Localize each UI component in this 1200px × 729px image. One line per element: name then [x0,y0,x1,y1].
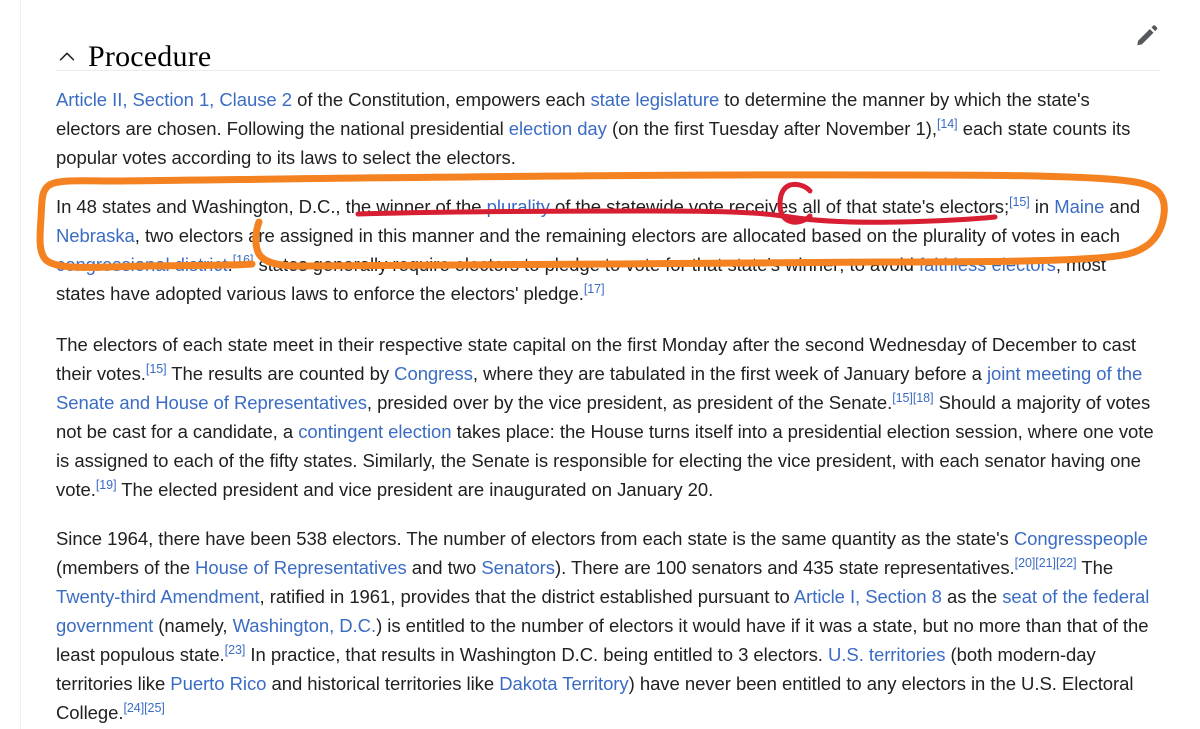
p3-text-4: , presided over by the vice president, a… [366,392,893,413]
p4-text-10: In practice, that results in Washington … [245,644,828,665]
link-congressional-district[interactable]: congressional district [56,254,228,275]
link-congress[interactable]: Congress [394,363,473,384]
link-article-ii[interactable]: Article II, Section 1, Clause 2 [56,89,292,110]
paragraph-4: Since 1964, there have been 538 electors… [56,524,1156,727]
p4-text-1: Since 1964, there have been 538 electors… [56,528,1014,549]
reference-15-18[interactable]: [15][18] [892,391,933,405]
p4-text-2: (members of the [56,557,196,578]
link-washington-dc[interactable]: Washington, D.C. [233,615,377,636]
link-house-of-representatives[interactable]: House of Representatives [195,557,407,578]
p4-text-3: and two [406,557,482,578]
reference-19[interactable]: [19] [96,478,117,492]
paragraph-2-highlighted: In 48 states and Washington, D.C., the w… [56,192,1156,308]
reference-24-25[interactable]: [24][25] [123,701,164,715]
p2-text-7: states generally require electors to ple… [253,254,919,275]
link-article-i-section-8[interactable]: Article I, Section 8 [794,586,942,607]
link-senators[interactable]: Senators [481,557,555,578]
link-dakota-territory[interactable]: Dakota Territory [499,673,628,694]
p2-text-3: in [1029,196,1055,217]
chevron-up-icon[interactable] [56,46,78,68]
p3-text-2: The results are counted by [166,363,395,384]
link-maine[interactable]: Maine [1054,196,1104,217]
p2-text-1: In 48 states and Washington, D.C., the w… [56,196,487,217]
reference-17[interactable]: [17] [584,282,605,296]
link-twenty-third-amendment[interactable]: Twenty-third Amendment [56,586,260,607]
paragraph-1: Article II, Section 1, Clause 2 of the C… [56,85,1156,172]
p4-text-12: and historical territories like [266,673,500,694]
link-state-legislature[interactable]: state legislature [590,89,719,110]
p4-text-5: The [1076,557,1114,578]
reference-23[interactable]: [23] [225,643,246,657]
reference-15b[interactable]: [15] [146,362,167,376]
p2-text-5: , two electors are assigned in this mann… [134,225,1120,246]
pencil-edit-icon[interactable] [1134,22,1160,48]
header-divider [56,70,1160,71]
link-plurality[interactable]: plurality [487,196,550,217]
p4-text-6: , ratified in 1961, provides that the di… [259,586,794,607]
link-us-territories[interactable]: U.S. territories [828,644,945,665]
reference-15a[interactable]: [15] [1009,195,1030,209]
reference-20-21-22[interactable]: [20][21][22] [1015,556,1077,570]
link-puerto-rico[interactable]: Puerto Rico [170,673,266,694]
p1-text-1: of the Constitution, empowers each [291,89,591,110]
p1-text-3: (on the first Tuesday after November 1), [606,118,937,139]
link-election-day[interactable]: election day [509,118,607,139]
article-body: Article II, Section 1, Clause 2 of the C… [56,85,1156,727]
reference-14[interactable]: [14] [937,117,958,131]
link-nebraska[interactable]: Nebraska [56,225,135,246]
p4-text-7: as the [941,586,1003,607]
p4-text-4: ). There are 100 senators and 435 state … [555,557,1015,578]
p2-text-2: of the statewide vote receives all of th… [549,196,1010,217]
p3-text-7: The elected president and vice president… [116,479,714,500]
link-contingent-election[interactable]: contingent election [298,421,451,442]
link-faithless-electors[interactable]: faithless electors [919,254,1056,275]
p3-text-3: , where they are tabulated in the first … [472,363,987,384]
paragraph-3: The electors of each state meet in their… [56,330,1156,504]
reference-16[interactable]: [16] [233,253,254,267]
p4-text-8: (namely, [153,615,233,636]
link-congresspeople[interactable]: Congresspeople [1014,528,1148,549]
article-section-procedure: Procedure Article II, Section 1, Clause … [0,0,1200,729]
p2-text-4: and [1104,196,1141,217]
